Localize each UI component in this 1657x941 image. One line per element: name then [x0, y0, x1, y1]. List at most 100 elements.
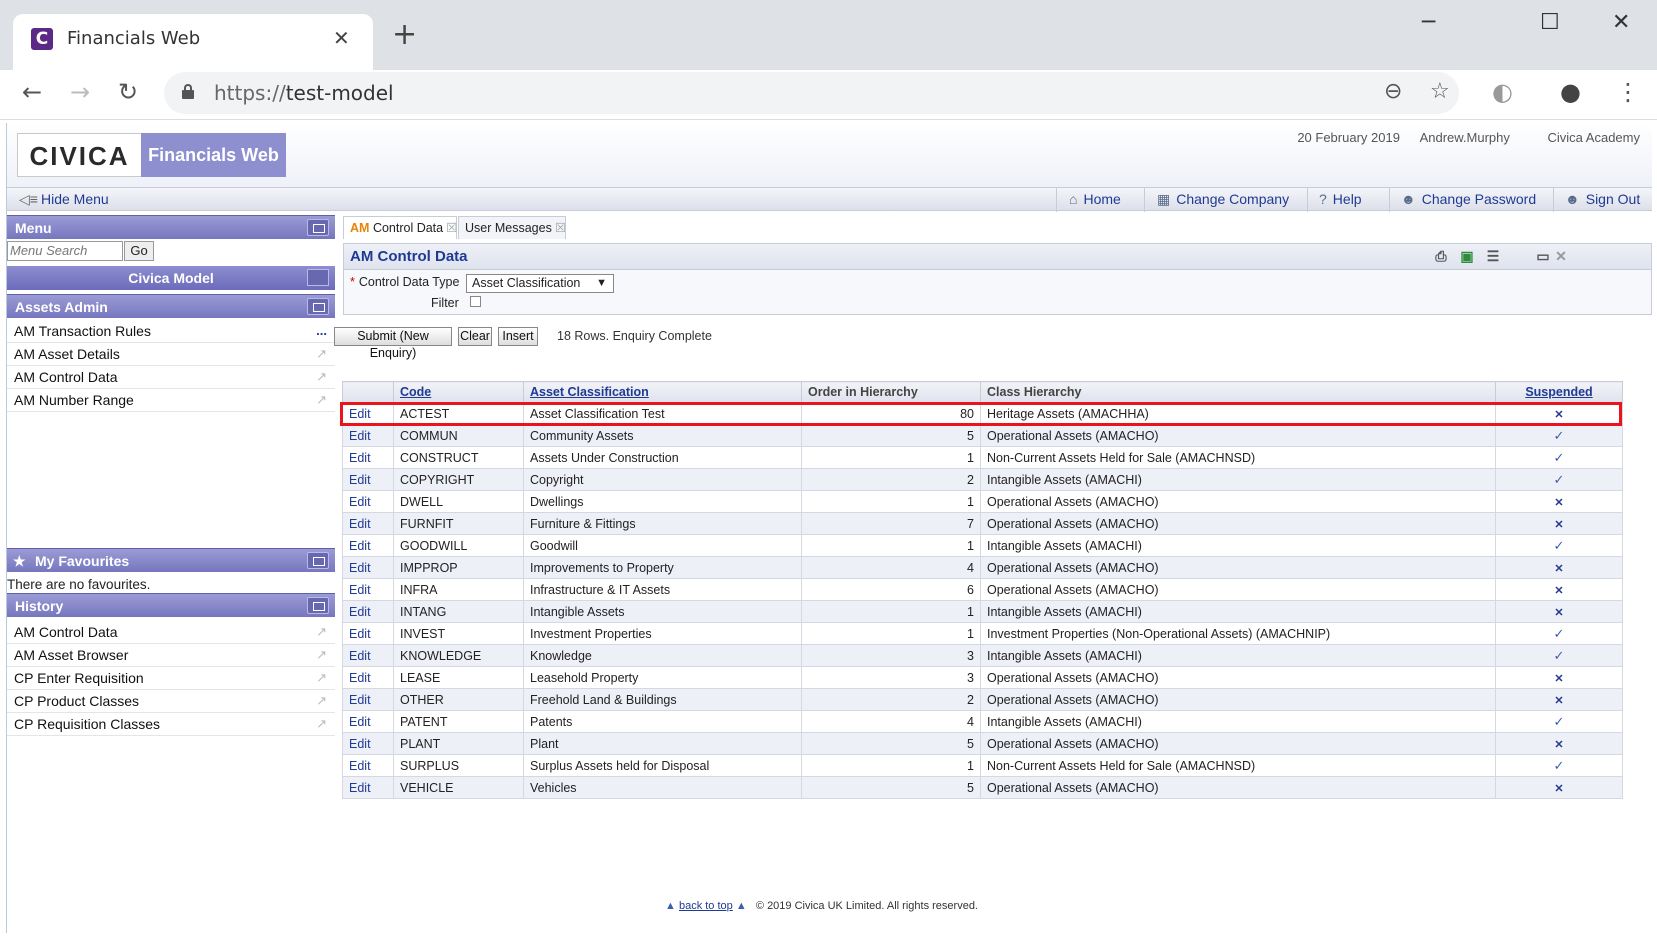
profile-icon[interactable]: ●	[1560, 78, 1581, 106]
back-icon[interactable]: ←	[22, 78, 42, 106]
menu-search-go-button[interactable]: Go	[124, 241, 154, 261]
history-header[interactable]: History	[7, 593, 335, 617]
minimize-icon[interactable]: ─	[1422, 10, 1435, 35]
sidebar-item-am-control-data[interactable]: AM Control Data ↗	[7, 366, 335, 389]
column-header-code[interactable]: Code	[393, 381, 524, 403]
close-panel-icon[interactable]: ✕	[1552, 248, 1570, 264]
browser-tab[interactable]: C Financials Web ✕	[13, 14, 373, 70]
insert-button[interactable]: Insert	[498, 327, 538, 346]
edit-link[interactable]: Edit	[342, 666, 394, 689]
edit-link[interactable]: Edit	[342, 556, 394, 579]
more-icon[interactable]: ...	[316, 320, 327, 342]
filter-checkbox[interactable]	[470, 296, 481, 307]
open-external-icon[interactable]: ↗	[316, 621, 327, 643]
sidebar-item-am-asset-details[interactable]: AM Asset Details ↗	[7, 343, 335, 366]
cross-icon: ✕	[1554, 584, 1564, 597]
cell-class-hierarchy: Operational Assets (AMACHO)	[980, 732, 1496, 755]
cell-class-hierarchy: Non-Current Assets Held for Sale (AMACHN…	[980, 754, 1496, 777]
help-link[interactable]: ? Help	[1319, 191, 1362, 207]
home-link[interactable]: ⌂ Home	[1069, 191, 1121, 207]
open-external-icon[interactable]: ↗	[316, 644, 327, 666]
edit-link[interactable]: Edit	[342, 424, 394, 447]
cell-order-in-hierarchy: 7	[801, 512, 981, 535]
bookmark-star-icon[interactable]: ☆	[1430, 79, 1450, 104]
excel-export-icon[interactable]: ▣	[1458, 248, 1476, 264]
cell-class-hierarchy: Intangible Assets (AMACHI)	[980, 600, 1496, 623]
print-icon[interactable]: ⎙	[1432, 248, 1450, 264]
edit-link[interactable]: Edit	[342, 512, 394, 535]
url-text[interactable]: https://test-model	[214, 81, 394, 105]
edit-link[interactable]: Edit	[342, 644, 394, 667]
edit-link[interactable]: Edit	[342, 534, 394, 557]
cell-class-hierarchy: Operational Assets (AMACHO)	[980, 490, 1496, 513]
cell-order-in-hierarchy: 2	[801, 468, 981, 491]
window-close-icon[interactable]: ✕	[1612, 10, 1630, 35]
cell-asset-classification: Furniture & Fittings	[523, 512, 802, 535]
menu-search-input[interactable]: Menu Search	[7, 241, 123, 261]
open-external-icon[interactable]: ↗	[316, 389, 327, 411]
edit-link[interactable]: Edit	[342, 754, 394, 777]
table-row: Edit DWELL Dwellings 1 Operational Assets (A…	[342, 490, 1623, 513]
cell-code: LEASE	[393, 666, 524, 689]
edit-link[interactable]: Edit	[342, 600, 394, 623]
history-item-am-control-data[interactable]: AM Control Data ↗	[7, 621, 335, 644]
model-toggle-icon[interactable]	[307, 269, 329, 286]
edit-link[interactable]: Edit	[342, 578, 394, 601]
assets-admin-header[interactable]: Assets Admin	[7, 294, 335, 318]
panel-toggle-icon[interactable]	[307, 597, 329, 614]
cell-suspended: ✓	[1495, 424, 1623, 447]
history-item-cp-enter-requisition[interactable]: CP Enter Requisition ↗	[7, 667, 335, 690]
history-item-cp-requisition-classes[interactable]: CP Requisition Classes ↗	[7, 713, 335, 736]
column-header-asset-classification[interactable]: Asset Classification	[523, 381, 802, 403]
new-tab-icon[interactable]: +	[392, 20, 417, 50]
sign-out-link[interactable]: ☻ Sign Out	[1565, 191, 1640, 207]
edit-link[interactable]: Edit	[342, 732, 394, 755]
open-external-icon[interactable]: ↗	[316, 366, 327, 388]
extension-icon[interactable]: ◐	[1492, 78, 1513, 106]
open-external-icon[interactable]: ↗	[316, 343, 327, 365]
control-data-type-select[interactable]: Asset Classification ▼	[466, 274, 614, 293]
panel-toggle-icon[interactable]	[307, 219, 329, 236]
change-company-link[interactable]: ▦ Change Company	[1157, 191, 1289, 208]
edit-link[interactable]: Edit	[342, 622, 394, 645]
history-item-am-asset-browser[interactable]: AM Asset Browser ↗	[7, 644, 335, 667]
close-tab-icon[interactable]: ☒	[446, 221, 457, 235]
edit-link[interactable]: Edit	[342, 710, 394, 733]
edit-link[interactable]: Edit	[342, 446, 394, 469]
tab-am-control-data[interactable]: AM Control Data ☒	[343, 216, 457, 239]
maximize-icon[interactable]: ☐	[1540, 10, 1560, 35]
open-external-icon[interactable]: ↗	[316, 667, 327, 689]
history-item-cp-product-classes[interactable]: CP Product Classes ↗	[7, 690, 335, 713]
cell-suspended: ✓	[1495, 468, 1623, 491]
address-bar[interactable]: https://test-model ⊖ ☆	[164, 72, 1459, 114]
civica-model-header[interactable]: Civica Model	[7, 266, 335, 290]
sidebar-item-am-transaction-rules[interactable]: AM Transaction Rules...	[7, 320, 335, 343]
open-external-icon[interactable]: ↗	[316, 690, 327, 712]
forward-icon[interactable]: →	[70, 78, 90, 106]
edit-link[interactable]: Edit	[342, 490, 394, 513]
clear-button[interactable]: Clear	[458, 327, 492, 346]
panel-toggle-icon[interactable]	[307, 552, 329, 569]
change-password-link[interactable]: ☻ Change Password	[1401, 191, 1536, 207]
tab-user-messages[interactable]: User Messages ☒	[458, 216, 566, 239]
submit-new-enquiry-button[interactable]: Submit (New Enquiry)	[334, 327, 452, 360]
section-up-icon[interactable]	[307, 298, 329, 315]
layout-icon[interactable]: ☰	[1484, 248, 1502, 264]
header-user: Andrew.Murphy	[1419, 130, 1510, 145]
hide-menu-link[interactable]: ◁≡ Hide Menu	[19, 191, 109, 208]
sidebar-item-am-number-range[interactable]: AM Number Range ↗	[7, 389, 335, 412]
column-header-suspended[interactable]: Suspended	[1495, 381, 1623, 403]
window-icon[interactable]: ▭	[1534, 248, 1552, 264]
edit-link[interactable]: Edit	[342, 776, 394, 799]
my-favourites-header[interactable]: ★ My Favourites	[7, 548, 335, 572]
edit-link[interactable]: Edit	[342, 688, 394, 711]
edit-link[interactable]: Edit	[342, 402, 394, 425]
browser-menu-icon[interactable]: ⋮	[1616, 78, 1640, 106]
close-tab-icon[interactable]: ✕	[333, 26, 350, 50]
edit-link[interactable]: Edit	[342, 468, 394, 491]
close-tab-icon[interactable]: ☒	[555, 221, 566, 235]
open-external-icon[interactable]: ↗	[316, 713, 327, 735]
reload-icon[interactable]: ↻	[118, 78, 138, 106]
back-to-top-link[interactable]: back to top	[679, 900, 733, 912]
zoom-icon[interactable]: ⊖	[1384, 79, 1402, 104]
